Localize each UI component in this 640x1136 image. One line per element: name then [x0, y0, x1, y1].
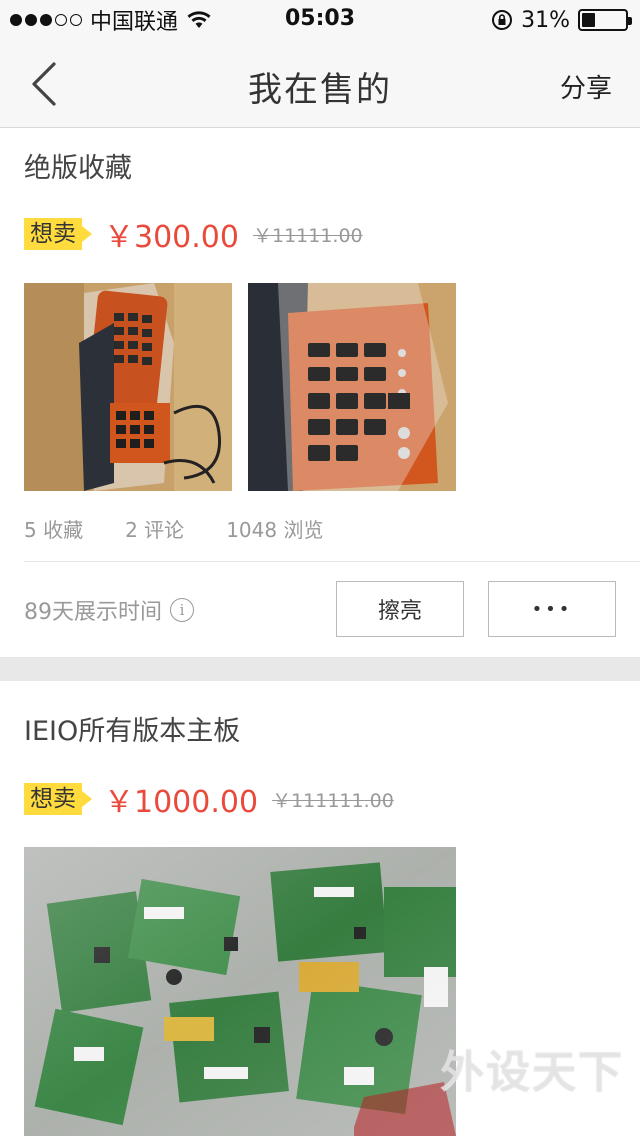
item-title: 绝版收藏: [24, 153, 132, 184]
rotation-lock-icon: [492, 10, 513, 30]
polish-button[interactable]: 擦亮: [336, 581, 464, 637]
battery-fill: [582, 13, 596, 27]
views-count: 1048 浏览: [226, 518, 324, 542]
section-gap: [0, 657, 640, 681]
display-time: 89天展示时间 i: [24, 594, 194, 626]
item-stats: 5 收藏 2 评论 1048 浏览: [24, 514, 323, 543]
more-button[interactable]: •••: [488, 581, 616, 637]
favorites-count: 5 收藏: [24, 518, 84, 542]
want-sell-tag: 想卖: [24, 783, 92, 815]
status-right: 31%: [491, 6, 632, 34]
navigation-bar: 我在售的 分享: [0, 40, 640, 128]
share-button[interactable]: 分享: [560, 68, 612, 105]
item-title: IEIO所有版本主板: [24, 716, 241, 747]
circuit-boards-photo-image: [24, 847, 456, 1136]
display-time-label: 89天展示时间: [24, 600, 162, 625]
item-photo[interactable]: [24, 847, 456, 1136]
price-row: 想卖 ￥300.00 ￥11111.00: [24, 214, 363, 255]
watermark-brand: 外设天下: [440, 1047, 624, 1098]
battery-percent: 31%: [521, 7, 570, 33]
original-price: ￥11111.00: [252, 224, 363, 247]
battery-icon: [578, 9, 632, 31]
keypad-closeup-photo-image: [248, 283, 456, 491]
comments-count: 2 评论: [125, 518, 185, 542]
original-price: ￥111111.00: [272, 789, 394, 812]
keyboard-photo-image: [24, 283, 232, 491]
watermark-url: www.pcwaishe.cn: [500, 1098, 624, 1114]
status-bar: 中国联通 05:03 31%: [0, 0, 640, 40]
page-title: 我在售的: [248, 70, 392, 110]
price-row: 想卖 ￥1000.00 ￥111111.00: [24, 779, 394, 820]
listing-card[interactable]: 绝版收藏 想卖 ￥300.00 ￥11111.00 5 收藏 2 评论 1048…: [0, 128, 640, 657]
item-photo[interactable]: [24, 283, 232, 491]
price: ￥1000.00: [104, 785, 259, 820]
want-sell-tag: 想卖: [24, 218, 92, 250]
item-photo[interactable]: [248, 283, 456, 491]
info-icon[interactable]: i: [170, 598, 194, 622]
price: ￥300.00: [104, 220, 239, 255]
divider: [24, 561, 640, 562]
watermark-logo: 外设天下 www.pcwaishe.cn: [434, 1036, 624, 1114]
